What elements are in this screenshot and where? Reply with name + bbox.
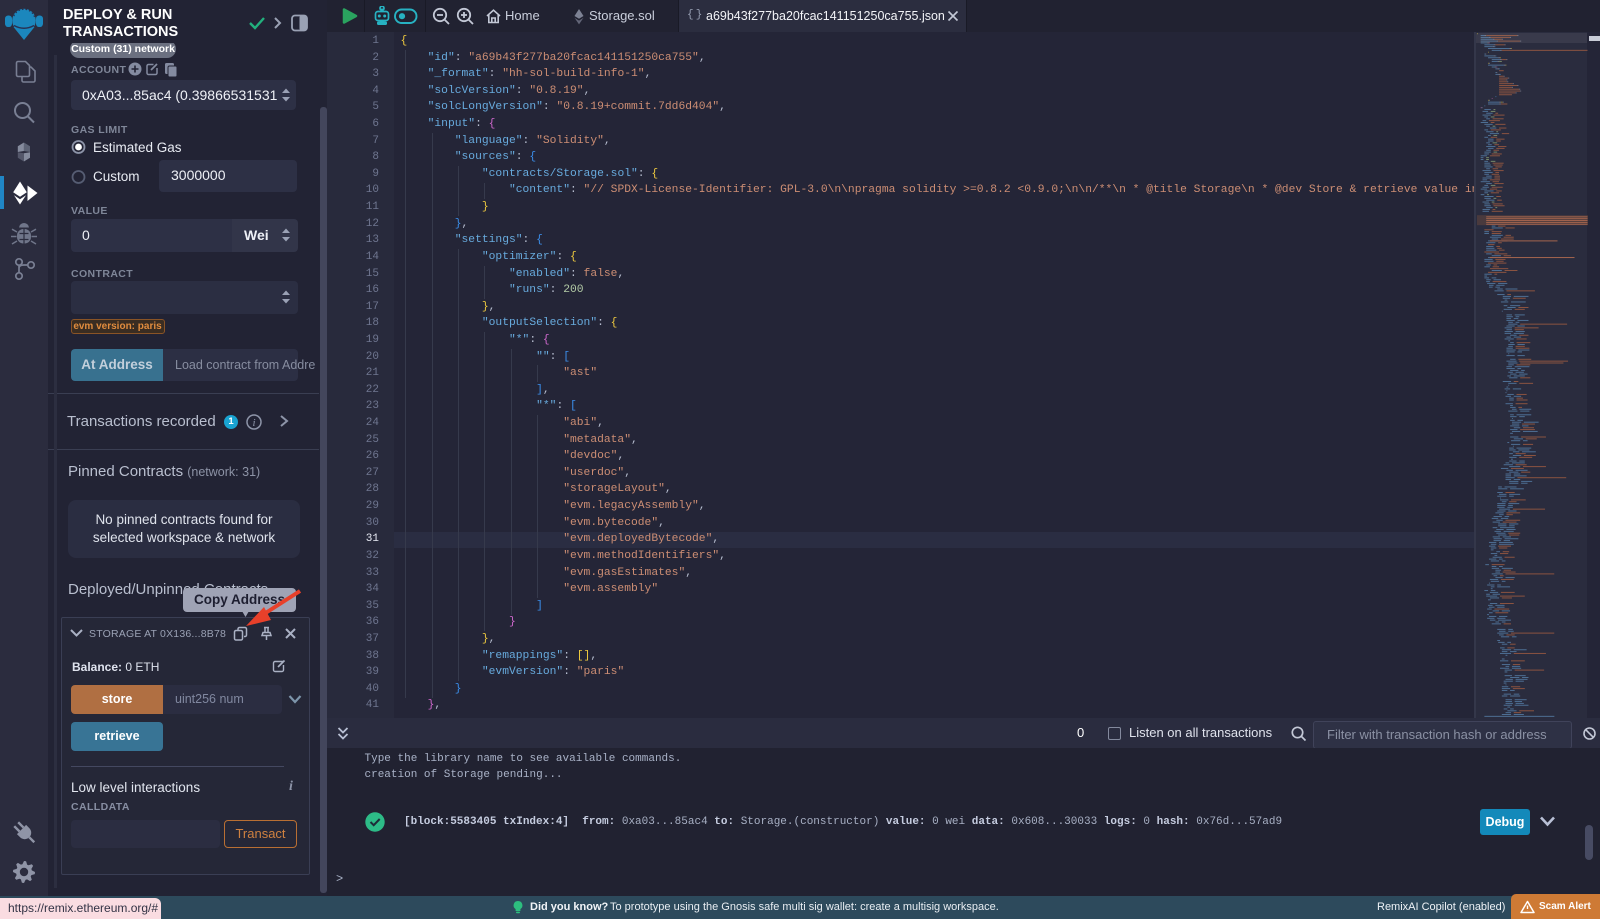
- svg-text:i: i: [252, 417, 255, 429]
